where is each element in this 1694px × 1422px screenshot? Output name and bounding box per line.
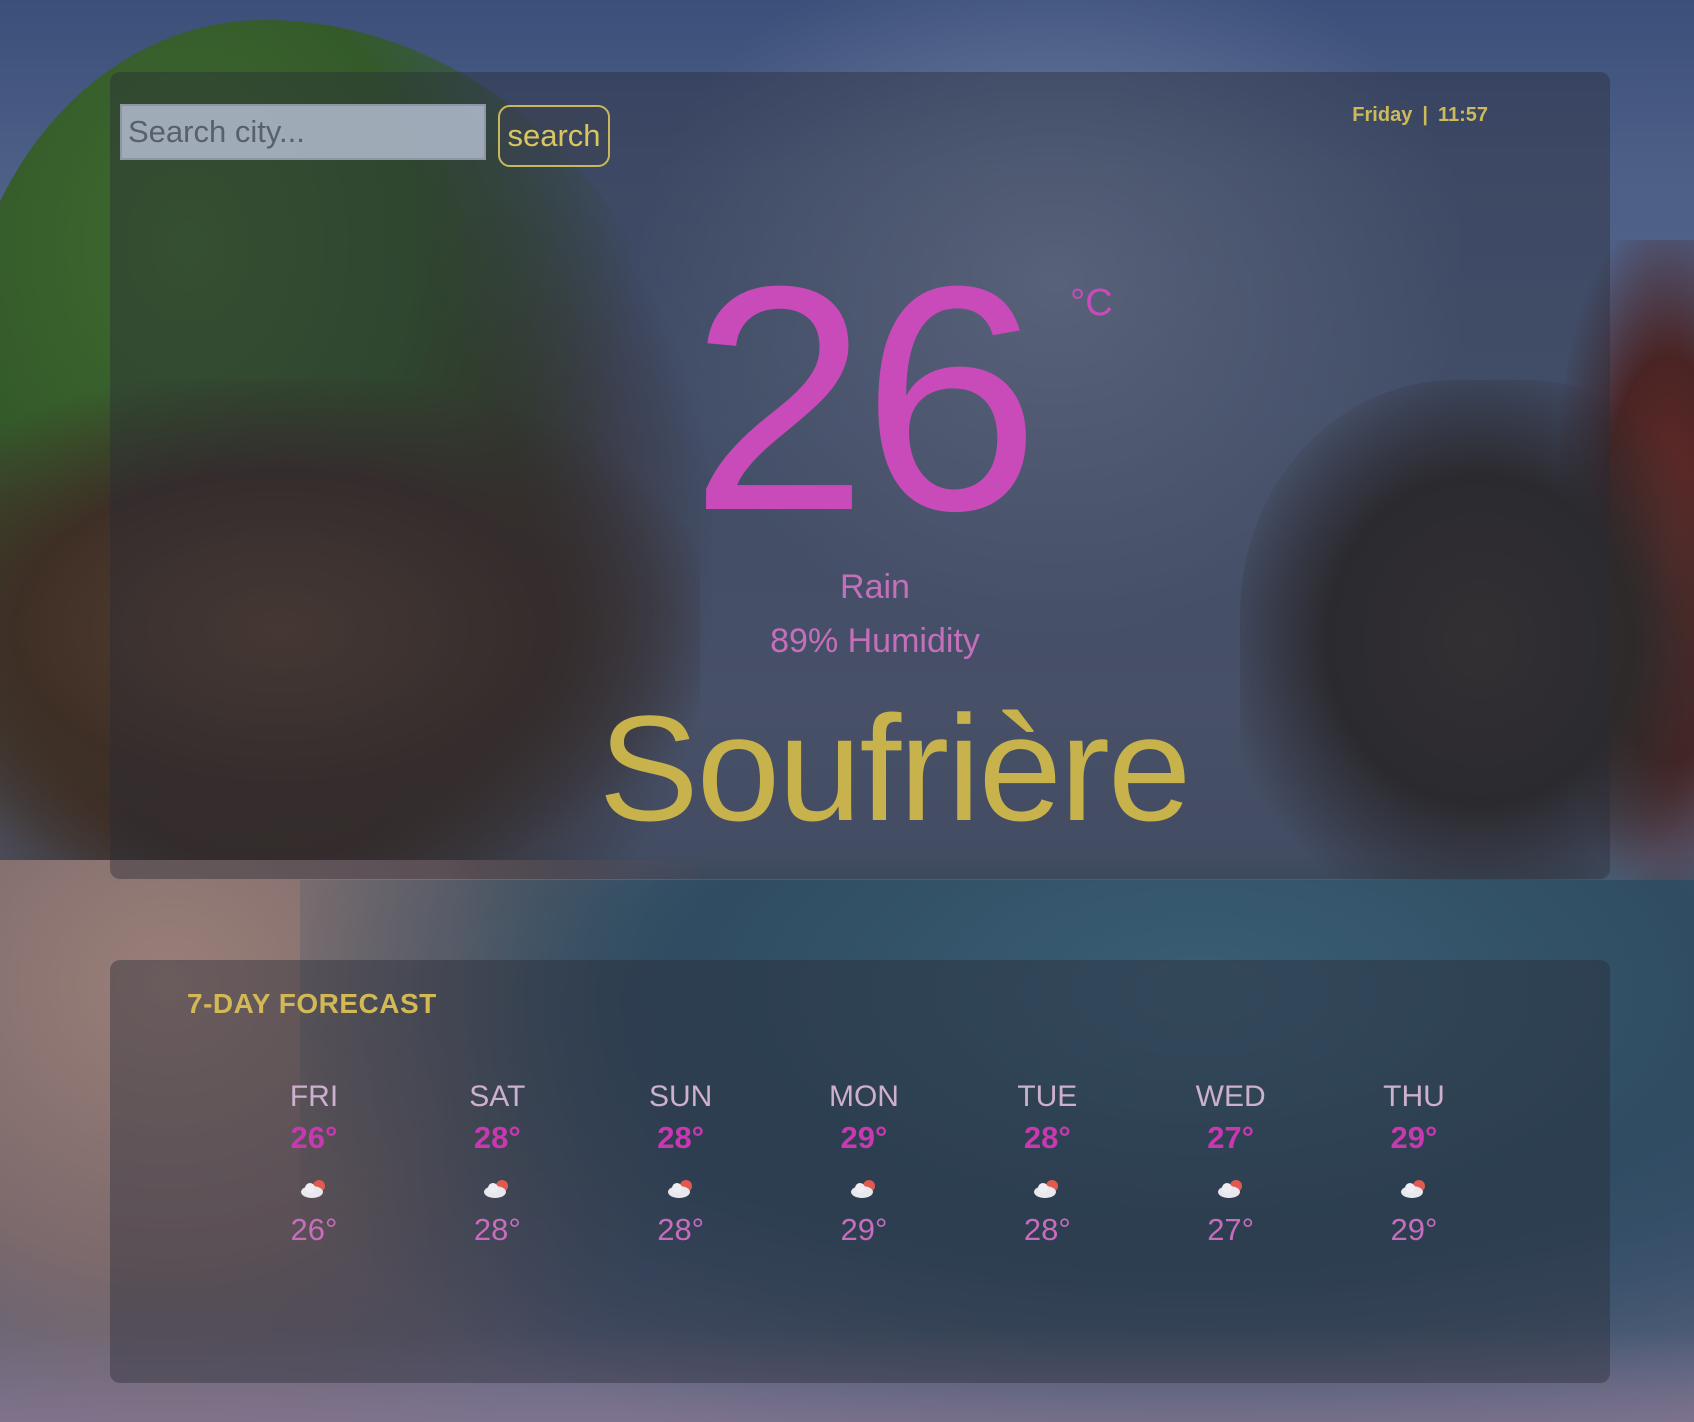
rain-cloud-icon: [482, 1166, 512, 1212]
forecast-high: 26°: [290, 1120, 338, 1155]
forecast-high: 29°: [840, 1120, 888, 1155]
forecast-day-name: SUN: [648, 1080, 713, 1113]
rain-cloud-icon: [1216, 1166, 1246, 1212]
weather-condition: Rain: [840, 568, 910, 606]
forecast-day-name: MON: [828, 1080, 899, 1113]
current-temperature: 26: [690, 219, 1040, 577]
forecast-low: 26°: [290, 1212, 338, 1247]
search-input[interactable]: [120, 104, 486, 160]
forecast-day: WED 27° 27°: [1141, 1080, 1321, 1252]
forecast-low: 29°: [1390, 1212, 1438, 1247]
forecast-low: 28°: [657, 1212, 705, 1247]
forecast-day-name: WED: [1195, 1080, 1266, 1113]
forecast-day: MON 29° 29°: [774, 1080, 954, 1252]
forecast-day: FRI 26° 26°: [224, 1080, 404, 1252]
forecast-high: 29°: [1390, 1120, 1438, 1155]
forecast-low: 28°: [473, 1212, 521, 1247]
forecast-low: 28°: [1023, 1212, 1071, 1247]
forecast-day: SAT 28° 28°: [407, 1080, 587, 1252]
current-time: 11:57: [1437, 104, 1488, 126]
current-day: Friday: [1352, 104, 1413, 126]
humidity: 89% Humidity: [770, 622, 980, 660]
forecast-day-name: TUE: [1017, 1080, 1078, 1113]
forecast-day-name: SAT: [469, 1080, 526, 1113]
date-time: Friday | 11:57: [1352, 104, 1488, 127]
search-button[interactable]: search: [498, 105, 610, 167]
forecast-high: 28°: [473, 1120, 521, 1155]
forecast-low: 29°: [840, 1212, 888, 1247]
forecast-title: 7-DAY FORECAST: [187, 988, 437, 1019]
temperature-unit: °C: [1070, 282, 1113, 324]
date-time-separator: |: [1422, 104, 1428, 126]
forecast-high: 28°: [657, 1120, 705, 1155]
city-name: Soufrière: [598, 684, 1192, 852]
forecast-high: 27°: [1207, 1120, 1255, 1155]
forecast-day: SUN 28° 28°: [591, 1080, 771, 1252]
rain-cloud-icon: [849, 1166, 879, 1212]
rain-cloud-icon: [1032, 1166, 1062, 1212]
rain-cloud-icon: [666, 1166, 696, 1212]
rain-cloud-icon: [1399, 1166, 1429, 1212]
forecast-days: FRI 26° 26° SAT 28° 28° SUN 28° 28° MON …: [224, 1080, 1504, 1252]
rain-cloud-icon: [299, 1166, 329, 1212]
forecast-day: TUE 28° 28°: [957, 1080, 1137, 1252]
forecast-day: THU 29° 29°: [1324, 1080, 1504, 1252]
forecast-low: 27°: [1207, 1212, 1255, 1247]
forecast-high: 28°: [1023, 1120, 1071, 1155]
forecast-day-name: THU: [1383, 1080, 1445, 1113]
forecast-day-name: FRI: [289, 1080, 339, 1113]
